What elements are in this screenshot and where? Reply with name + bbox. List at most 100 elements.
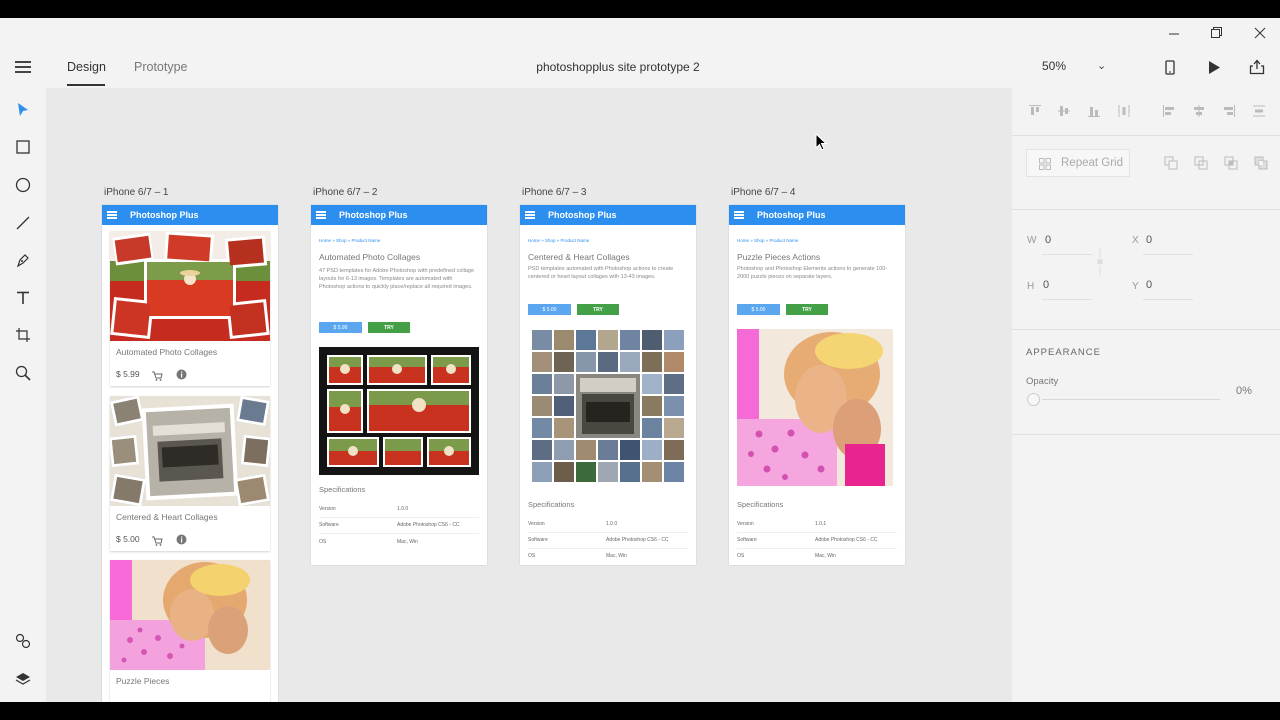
subtract-icon[interactable] (1192, 154, 1210, 172)
spec-key: Version (319, 506, 336, 512)
distribute-vertical-icon[interactable] (1250, 102, 1268, 120)
y-field-underline (1143, 299, 1193, 300)
opacity-slider-handle[interactable] (1027, 393, 1040, 406)
layers-icon[interactable] (12, 668, 34, 690)
height-label: H (1027, 281, 1035, 292)
screen-top-border (0, 0, 1280, 18)
ellipse-tool-icon[interactable] (12, 174, 34, 196)
add-icon[interactable] (1162, 154, 1180, 172)
card-price: $ 5.00 (116, 534, 140, 544)
top-toolbar: Design Prototype photoshopplus site prot… (0, 48, 1280, 88)
line-tool-icon[interactable] (12, 212, 34, 234)
spec-value: Adobe Photoshop CS6 - CC (397, 522, 460, 528)
intersect-icon[interactable] (1222, 154, 1240, 172)
card-title: Automated Photo Collages (116, 347, 218, 357)
hamburger-icon (525, 211, 535, 219)
zoom-level[interactable]: 50% (1042, 59, 1066, 73)
try-button[interactable]: TRY (368, 322, 410, 333)
specifications-heading: Specifications (319, 485, 366, 494)
pen-tool-icon[interactable] (12, 249, 34, 271)
spec-row: Version 1.0.0 (319, 502, 479, 518)
chevron-down-icon[interactable]: ⌄ (1097, 59, 1106, 72)
spec-key: OS (528, 553, 536, 559)
artboard-tool-icon[interactable] (12, 324, 34, 346)
card-price: $ 5.99 (116, 369, 140, 379)
product-image (319, 347, 479, 475)
align-bottom-icon[interactable] (1085, 102, 1103, 120)
price-button[interactable]: $ 5.99 (319, 322, 362, 333)
minimize-icon[interactable] (1152, 18, 1196, 48)
mouse-cursor-icon (815, 132, 828, 156)
y-field[interactable]: 0 (1146, 279, 1152, 291)
product-title: Centered & Heart Collages (528, 252, 630, 262)
artboard-1[interactable]: Photoshop Plus Automated Photo Collages … (102, 205, 278, 702)
card-title: Puzzle Pieces (116, 676, 170, 686)
align-right-icon[interactable] (1220, 102, 1238, 120)
product-description: 47 PSD templates for Adobe Photoshop wit… (319, 268, 475, 290)
restore-icon[interactable] (1195, 18, 1239, 48)
lock-aspect-icon[interactable] (1096, 248, 1104, 281)
design-canvas[interactable]: iPhone 6/7 – 1 Photoshop Plus Automated … (46, 88, 1012, 702)
try-button[interactable]: TRY (786, 304, 828, 315)
align-center-icon[interactable] (1190, 102, 1208, 120)
artboard-label[interactable]: iPhone 6/7 – 4 (731, 187, 796, 198)
artboard-label[interactable]: iPhone 6/7 – 1 (104, 187, 169, 198)
spec-key: Version (528, 521, 545, 527)
site-title: Photoshop Plus (757, 210, 826, 220)
price-button[interactable]: $ 5.00 (737, 304, 780, 315)
tool-bar (0, 88, 46, 702)
symbols-icon[interactable] (12, 630, 34, 652)
spec-row: Version 1.0.0 (528, 517, 688, 533)
cart-icon[interactable] (152, 368, 163, 386)
breadcrumb[interactable]: Home » Shop » Product Name (737, 238, 798, 243)
distribute-horizontal-icon[interactable] (1115, 102, 1133, 120)
align-middle-icon[interactable] (1055, 102, 1073, 120)
price-button[interactable]: $ 5.00 (528, 304, 571, 315)
x-field[interactable]: 0 (1146, 234, 1152, 246)
opacity-slider-track[interactable] (1042, 399, 1220, 400)
info-icon[interactable] (176, 367, 187, 385)
x-label: X (1132, 235, 1139, 246)
try-button[interactable]: TRY (577, 304, 619, 315)
opacity-value[interactable]: 0% (1236, 385, 1252, 397)
info-icon[interactable] (176, 532, 187, 550)
product-card[interactable]: Centered & Heart Collages $ 5.00 (110, 396, 270, 551)
site-title: Photoshop Plus (339, 210, 408, 220)
spec-value: Adobe Photoshop CS6 - CC (606, 537, 669, 543)
spec-row: OS Mac, Win (528, 549, 688, 565)
device-preview-icon[interactable] (1160, 57, 1180, 77)
close-icon[interactable] (1238, 18, 1280, 48)
exclude-icon[interactable] (1252, 154, 1270, 172)
align-top-icon[interactable] (1026, 102, 1044, 120)
height-field[interactable]: 0 (1043, 279, 1049, 291)
spec-row: Version 1.0.1 (737, 517, 897, 533)
select-tool-icon[interactable] (12, 99, 34, 121)
product-card[interactable]: Automated Photo Collages $ 5.99 (110, 231, 270, 386)
repeat-grid-button[interactable]: Repeat Grid (1026, 149, 1130, 177)
spec-row: OS Mac, Win (737, 549, 897, 565)
spec-row: Software Adobe Photoshop CS6 - CC (528, 533, 688, 549)
spec-value: Mac, Win (397, 539, 418, 545)
spec-value: Mac, Win (815, 553, 836, 559)
rectangle-tool-icon[interactable] (12, 136, 34, 158)
product-card[interactable]: Puzzle Pieces (110, 560, 270, 702)
breadcrumb[interactable]: Home » Shop » Product Name (528, 238, 589, 243)
artboard-3[interactable]: Photoshop Plus Home » Shop » Product Nam… (520, 205, 696, 565)
cart-icon[interactable] (152, 533, 163, 551)
breadcrumb[interactable]: Home » Shop » Product Name (319, 238, 380, 243)
artboard-label[interactable]: iPhone 6/7 – 3 (522, 187, 587, 198)
spec-key: OS (737, 553, 745, 559)
artboard-header: Photoshop Plus (729, 205, 905, 225)
share-icon[interactable] (1247, 57, 1267, 77)
zoom-tool-icon[interactable] (12, 362, 34, 384)
artboard-2[interactable]: Photoshop Plus Home » Shop » Product Nam… (311, 205, 487, 565)
spec-row: OS Mac, Win (319, 535, 479, 551)
play-icon[interactable] (1204, 57, 1224, 77)
width-field[interactable]: 0 (1045, 234, 1051, 246)
artboard-label[interactable]: iPhone 6/7 – 2 (313, 187, 378, 198)
divider (1012, 329, 1280, 330)
artboard-4[interactable]: Photoshop Plus Home » Shop » Product Nam… (729, 205, 905, 565)
text-tool-icon[interactable] (12, 287, 34, 309)
align-left-icon[interactable] (1160, 102, 1178, 120)
divider (1012, 434, 1280, 435)
